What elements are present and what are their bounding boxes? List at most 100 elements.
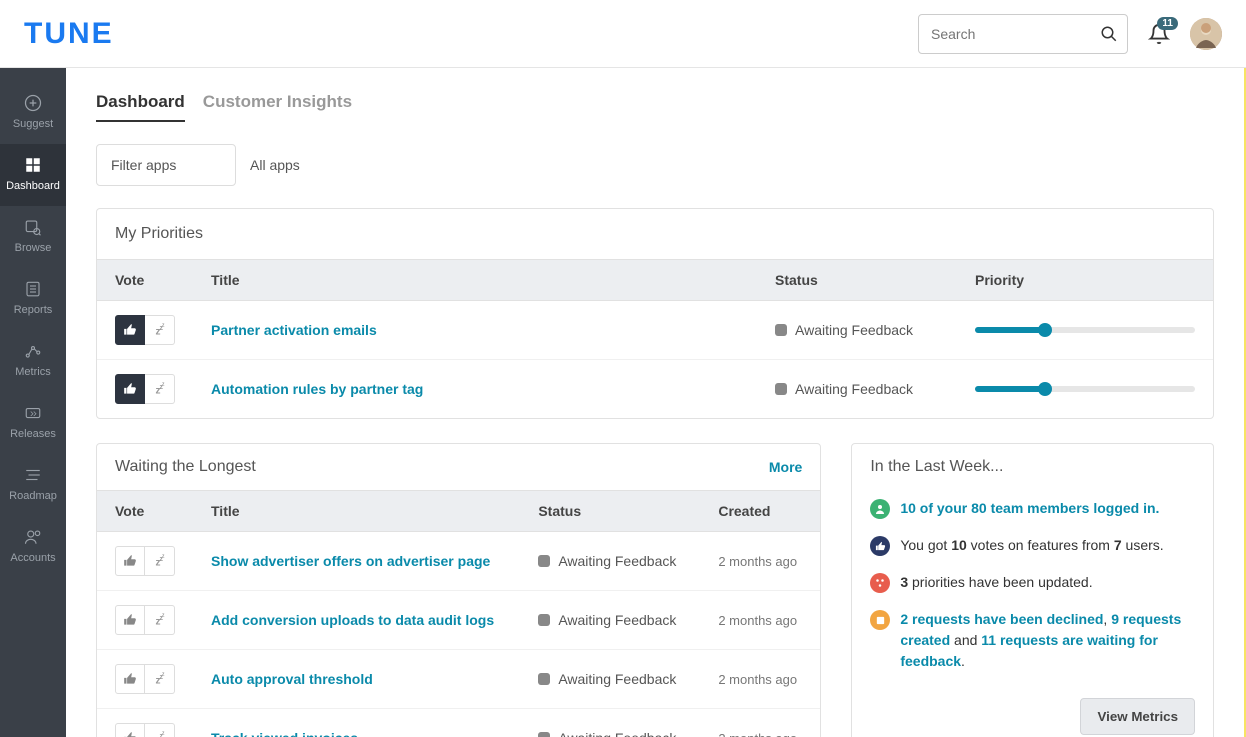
col-title: Title bbox=[193, 260, 757, 301]
sidebar-item-label: Browse bbox=[0, 242, 66, 254]
vote-up-button[interactable] bbox=[115, 664, 145, 694]
sidebar-item-accounts[interactable]: Accounts bbox=[0, 516, 66, 578]
sidebar-item-label: Releases bbox=[0, 428, 66, 440]
table-row: zzz Show advertiser offers on advertiser … bbox=[97, 532, 820, 591]
text: . bbox=[961, 653, 965, 669]
row-title-link[interactable]: Add conversion uploads to data audit log… bbox=[211, 612, 494, 628]
row-title-link[interactable]: Partner activation emails bbox=[211, 322, 377, 338]
my-priorities-card: My Priorities Vote Title Status Priority… bbox=[96, 208, 1214, 419]
snooze-icon: zzz bbox=[156, 323, 164, 338]
table-row: zzz Add conversion uploads to data audit … bbox=[97, 591, 820, 650]
grid-icon bbox=[0, 154, 66, 176]
tab-customer-insights[interactable]: Customer Insights bbox=[203, 92, 352, 122]
vote-up-button[interactable] bbox=[115, 605, 145, 635]
table-row: zzzAuto approval thresholdAwaiting Feedb… bbox=[97, 650, 820, 709]
snooze-icon: zzz bbox=[156, 672, 164, 687]
declined-link[interactable]: 2 requests have been declined bbox=[900, 611, 1103, 627]
sidebar-item-label: Accounts bbox=[0, 552, 66, 564]
vote-up-button[interactable] bbox=[115, 546, 145, 576]
sidebar-item-releases[interactable]: Releases bbox=[0, 392, 66, 454]
vote-icon bbox=[870, 536, 890, 556]
vote-up-button[interactable] bbox=[115, 315, 145, 345]
logo: TUNE bbox=[24, 17, 114, 51]
notification-bell[interactable]: 11 bbox=[1148, 23, 1170, 45]
sidebar-item-metrics[interactable]: Metrics bbox=[0, 330, 66, 392]
sidebar-item-reports[interactable]: Reports bbox=[0, 268, 66, 330]
card-title: Waiting the Longest bbox=[115, 458, 256, 476]
table-row: zzzPartner activation emailsAwaiting Fee… bbox=[97, 301, 1213, 360]
week-item-logins: 10 of your 80 team members logged in. bbox=[870, 490, 1195, 527]
page-tabs: Dashboard Customer Insights bbox=[96, 92, 1214, 122]
created-text: 2 months ago bbox=[718, 554, 797, 569]
col-vote: Vote bbox=[97, 491, 193, 532]
request-icon bbox=[870, 610, 890, 630]
sidebar-item-label: Reports bbox=[0, 304, 66, 316]
vote-up-button[interactable] bbox=[115, 374, 145, 404]
created-text: 2 months ago bbox=[718, 613, 797, 628]
sidebar-item-label: Roadmap bbox=[0, 490, 66, 502]
sidebar-item-dashboard[interactable]: Dashboard bbox=[0, 144, 66, 206]
snooze-button[interactable]: zzz bbox=[145, 664, 175, 694]
status-text: Awaiting Feedback bbox=[558, 553, 676, 569]
status-text: Awaiting Feedback bbox=[558, 730, 676, 737]
filter-apps-dropdown[interactable]: Filter apps bbox=[96, 144, 236, 186]
browse-icon bbox=[0, 216, 66, 238]
text: votes on features from bbox=[967, 537, 1114, 553]
week-item-requests: 2 requests have been declined, 9 request… bbox=[870, 601, 1195, 680]
sidebar-item-browse[interactable]: Browse bbox=[0, 206, 66, 268]
user-icon bbox=[870, 499, 890, 519]
text: priorities have been updated. bbox=[908, 574, 1092, 590]
priorities-table: Vote Title Status Priority zzzPartner ac… bbox=[97, 259, 1213, 418]
row-title-link[interactable]: Track viewed invoices bbox=[211, 730, 358, 737]
snooze-button[interactable]: zzz bbox=[145, 605, 175, 635]
priority-slider[interactable] bbox=[975, 386, 1195, 392]
releases-icon bbox=[0, 402, 66, 424]
topbar: TUNE 11 bbox=[0, 0, 1246, 68]
priority-icon bbox=[870, 573, 890, 593]
search-input[interactable] bbox=[918, 14, 1128, 54]
avatar[interactable] bbox=[1190, 18, 1222, 50]
snooze-button[interactable]: zzz bbox=[145, 374, 175, 404]
all-apps-label: All apps bbox=[250, 157, 300, 173]
accounts-icon bbox=[0, 526, 66, 548]
main-content: Dashboard Customer Insights Filter apps … bbox=[66, 68, 1246, 737]
created-text: 2 months ago bbox=[718, 731, 797, 737]
roadmap-icon bbox=[0, 464, 66, 486]
metrics-icon bbox=[0, 340, 66, 362]
sidebar-item-roadmap[interactable]: Roadmap bbox=[0, 454, 66, 516]
plus-circle-icon bbox=[0, 92, 66, 114]
snooze-button[interactable]: zzz bbox=[145, 546, 175, 576]
priorities-count: 3 bbox=[900, 574, 908, 590]
col-status: Status bbox=[520, 491, 700, 532]
snooze-button[interactable]: zzz bbox=[145, 723, 175, 737]
waiting-longest-card: Waiting the Longest More Vote Title Stat… bbox=[96, 443, 821, 737]
login-link[interactable]: 10 of your 80 team members logged in. bbox=[900, 500, 1159, 516]
view-metrics-button[interactable]: View Metrics bbox=[1080, 698, 1195, 735]
sidebar-item-suggest[interactable]: Suggest bbox=[0, 82, 66, 144]
more-link[interactable]: More bbox=[769, 459, 802, 475]
row-title-link[interactable]: Automation rules by partner tag bbox=[211, 381, 423, 397]
snooze-button[interactable]: zzz bbox=[145, 315, 175, 345]
priority-slider[interactable] bbox=[975, 327, 1195, 333]
reports-icon bbox=[0, 278, 66, 300]
snooze-icon: zzz bbox=[156, 382, 164, 397]
vote-up-button[interactable] bbox=[115, 723, 145, 737]
row-title-link[interactable]: Show advertiser offers on advertiser pag… bbox=[211, 553, 490, 569]
notification-count: 11 bbox=[1157, 17, 1178, 30]
status-dot bbox=[538, 732, 550, 737]
row-title-link[interactable]: Auto approval threshold bbox=[211, 671, 373, 687]
sidebar-item-label: Dashboard bbox=[0, 180, 66, 192]
card-title: My Priorities bbox=[97, 209, 1213, 259]
col-priority: Priority bbox=[957, 260, 1213, 301]
tab-dashboard[interactable]: Dashboard bbox=[96, 92, 185, 122]
card-title: In the Last Week... bbox=[870, 458, 1003, 476]
col-vote: Vote bbox=[97, 260, 193, 301]
col-title: Title bbox=[193, 491, 520, 532]
table-row: zzz Track viewed invoices Awaiting Feedbac… bbox=[97, 709, 820, 737]
snooze-icon: zzz bbox=[156, 554, 164, 569]
created-text: 2 months ago bbox=[718, 672, 797, 687]
status-text: Awaiting Feedback bbox=[558, 612, 676, 628]
search-icon[interactable] bbox=[1100, 25, 1118, 43]
status-dot bbox=[538, 673, 550, 685]
search-wrap bbox=[918, 14, 1128, 54]
